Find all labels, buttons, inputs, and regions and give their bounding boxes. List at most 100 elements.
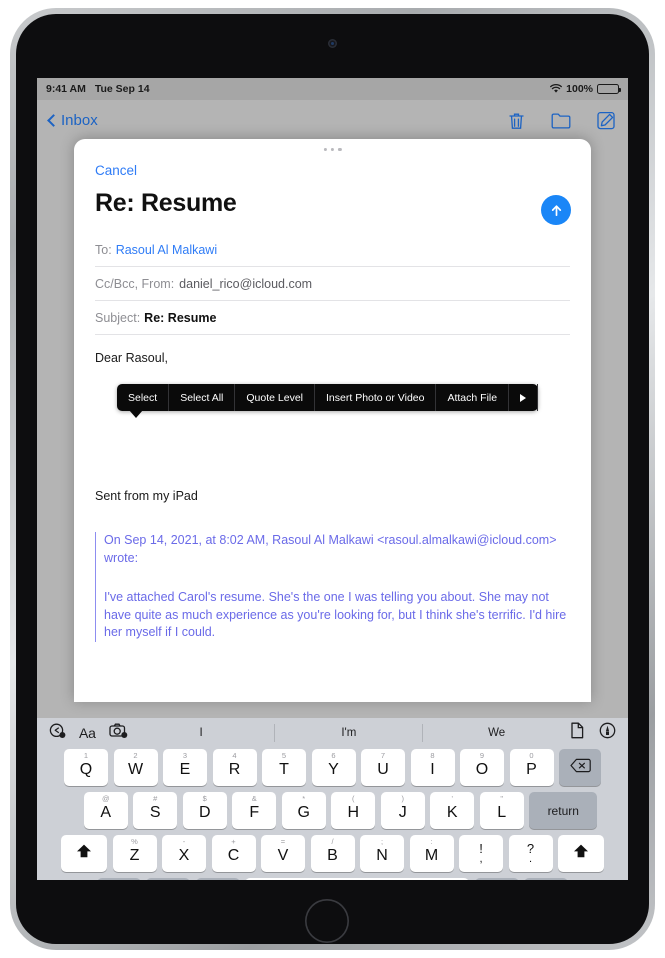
compose-icon[interactable] — [597, 111, 616, 130]
key-k[interactable]: ' K — [430, 792, 475, 829]
key-x[interactable]: -X — [162, 835, 206, 872]
key-label: ? — [526, 840, 535, 856]
to-field[interactable]: To: Rasoul Al Malkawi — [95, 233, 570, 267]
prediction-2[interactable]: I'm — [275, 727, 422, 739]
key-alt-label: $ — [202, 794, 207, 803]
key-i[interactable]: 8I — [410, 749, 455, 786]
menu-item-attach-file[interactable]: Attach File — [436, 384, 510, 411]
key-v[interactable]: = V — [261, 835, 305, 872]
key-label: T — [279, 761, 289, 778]
markup-pen-icon[interactable] — [599, 722, 616, 744]
key-label: Y — [328, 761, 339, 778]
menu-item-insert-photo-or-video[interactable]: Insert Photo or Video — [315, 384, 437, 411]
folder-icon[interactable] — [551, 112, 571, 129]
dictation-key[interactable] — [195, 878, 240, 880]
key-h[interactable]: (H — [331, 792, 376, 829]
menu-next-page-button[interactable] — [509, 384, 539, 411]
key-y[interactable]: 6Y — [311, 749, 356, 786]
triangle-right-icon — [520, 393, 527, 402]
key-alt-label: % — [131, 837, 138, 846]
key-alt-label: 8 — [430, 751, 435, 760]
key-label: C — [227, 847, 240, 864]
trash-icon[interactable] — [508, 111, 525, 130]
key-d[interactable]: $ D — [182, 792, 227, 829]
delete-key[interactable] — [559, 749, 601, 786]
key-t[interactable]: 5T — [262, 749, 306, 786]
return-key[interactable]: return — [529, 792, 598, 829]
subject-value[interactable]: Re: Resume — [144, 311, 216, 325]
key-alt-label: ' — [451, 794, 453, 803]
key-alt-label: = — [280, 837, 286, 846]
key-w[interactable]: 2W — [113, 749, 158, 786]
numbers-key-left[interactable]: .?123 — [96, 878, 141, 880]
key-exclamation-comma[interactable]: ! , — [459, 835, 503, 872]
onscreen-keyboard: Aa I I'm We 1 Q 2 W 3 E 4 R 5 T 6 Y 7 U … — [37, 718, 628, 880]
key-u[interactable]: 7U — [361, 749, 405, 786]
keyboard-row-1: 1Q 2W 3E 4R 5T 6Y 7U 8I 9O 0P — [37, 749, 628, 786]
key-label: G — [297, 804, 310, 821]
page-title: Re: Resume — [95, 189, 237, 217]
subject-field[interactable]: Subject: Re: Resume — [95, 301, 570, 335]
body-greeting[interactable]: Dear Rasoul, — [95, 351, 168, 365]
key-e[interactable]: 3E — [163, 749, 207, 786]
key-alt-label: * — [302, 794, 306, 803]
from-address[interactable]: daniel_rico@icloud.com — [179, 277, 312, 291]
signature-text[interactable]: Sent from my iPad — [95, 489, 198, 503]
key-label: R — [228, 761, 241, 778]
key-question-period[interactable]: ? . — [508, 835, 553, 872]
key-label: A — [100, 804, 112, 821]
subject-label: Subject: — [95, 310, 141, 325]
cc-bcc-from-label: Cc/Bcc, From: — [95, 276, 175, 291]
front-camera — [328, 39, 337, 48]
key-alt-label: & — [251, 794, 257, 803]
status-date: Tue Sep 14 — [94, 83, 150, 95]
document-icon[interactable] — [570, 722, 585, 744]
key-label: Q — [79, 761, 93, 778]
home-button[interactable] — [305, 899, 349, 943]
key-r[interactable]: 4R — [212, 749, 257, 786]
status-bar: 9:41 AM Tue Sep 14 100% — [37, 78, 628, 100]
sheet-grabber[interactable] — [323, 148, 342, 152]
dismiss-keyboard-key[interactable] — [524, 878, 569, 880]
back-to-inbox-button[interactable]: Inbox — [47, 112, 98, 129]
key-m[interactable]: :M — [409, 835, 454, 872]
send-button[interactable] — [541, 195, 571, 225]
to-label: To: — [95, 242, 112, 257]
cc-bcc-from-field[interactable]: Cc/Bcc, From: daniel_rico@icloud.com — [95, 267, 570, 301]
key-b[interactable]: / B — [310, 835, 355, 872]
key-alt-label: 4 — [232, 751, 237, 760]
key-z[interactable]: % Z — [112, 835, 157, 872]
key-j[interactable]: ) J — [380, 792, 425, 829]
to-recipient[interactable]: Rasoul Al Malkawi — [116, 243, 217, 257]
key-label: P — [526, 761, 537, 778]
emoji-key[interactable] — [146, 878, 191, 880]
camera-icon[interactable] — [109, 723, 128, 743]
numbers-key-right[interactable]: .?123 — [474, 878, 519, 880]
key-a[interactable]: @ A — [83, 792, 128, 829]
key-f[interactable]: & F — [232, 792, 277, 829]
shift-key-right[interactable] — [558, 835, 604, 872]
key-q[interactable]: 1Q — [64, 749, 108, 786]
undo-redo-icon[interactable] — [49, 723, 66, 743]
spacebar[interactable] — [245, 878, 470, 880]
key-alt-label: 6 — [331, 751, 336, 760]
menu-item-quote-level[interactable]: Quote Level — [235, 384, 316, 411]
key-o[interactable]: 9O — [460, 749, 504, 786]
shift-key-left[interactable] — [61, 835, 107, 872]
key-label: L — [497, 804, 507, 821]
key-g[interactable]: * G — [281, 792, 326, 829]
menu-item-select-all[interactable]: Select All — [169, 384, 236, 411]
key-s[interactable]: # S — [133, 792, 178, 829]
predictive-toolbar: Aa I I'm We — [37, 718, 628, 748]
key-alt-label: + — [231, 837, 236, 846]
cancel-button[interactable]: Cancel — [95, 163, 137, 178]
key-p[interactable]: 0P — [509, 749, 554, 786]
key-l[interactable]: " L — [479, 792, 524, 829]
prediction-1[interactable]: I — [128, 727, 275, 739]
prediction-3[interactable]: We — [423, 727, 570, 739]
menu-item-select[interactable]: Select — [117, 384, 170, 411]
text-format-button[interactable]: Aa — [79, 725, 96, 741]
key-n[interactable]: ; N — [360, 835, 404, 872]
key-c[interactable]: + C — [211, 835, 256, 872]
key-label: D — [198, 804, 211, 821]
